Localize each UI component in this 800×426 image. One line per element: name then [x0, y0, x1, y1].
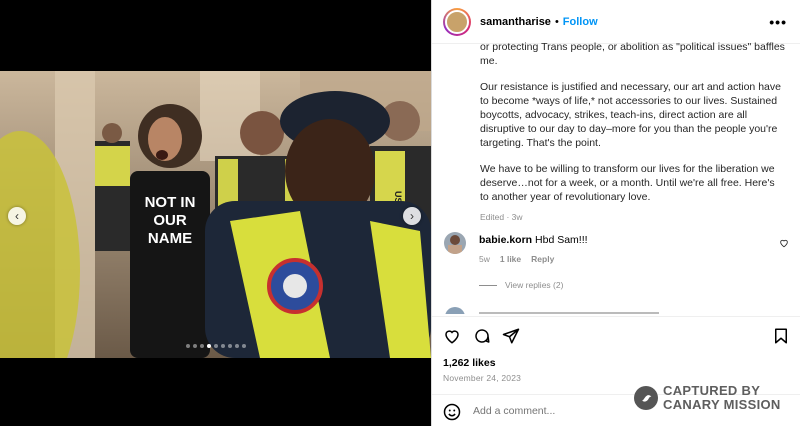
caption-paragraph: We have to be willing to transform our l… — [480, 163, 775, 203]
watermark: CAPTURED BY CANARY MISSION — [634, 384, 781, 412]
shirt-text-line1: NOT IN — [145, 194, 196, 211]
carousel-dot — [227, 344, 232, 348]
comment-meta: 5w 1 like Reply — [479, 254, 554, 264]
post-media: NOT IN OUR NAME USCP ‹ › — [0, 0, 431, 426]
avatar[interactable] — [443, 7, 471, 36]
separator-dot: • — [554, 15, 559, 28]
caption-paragraph: or protecting Trans people, or abolition… — [480, 41, 785, 67]
chevron-left-icon: ‹ — [15, 209, 19, 223]
comment-icon[interactable] — [473, 327, 491, 345]
post-actions-bar — [432, 316, 800, 356]
caption-paragraph: Our resistance is justified and necessar… — [480, 81, 781, 149]
shirt-text-line3: NAME — [148, 230, 192, 247]
post-photo: NOT IN OUR NAME USCP — [0, 71, 431, 358]
carousel-prev-button[interactable]: ‹ — [8, 207, 26, 225]
watermark-line2: CANARY MISSION — [663, 397, 781, 412]
view-replies-label: View replies (2) — [505, 280, 564, 290]
more-options-icon[interactable]: ••• — [769, 14, 787, 30]
add-comment-input[interactable] — [473, 405, 623, 417]
post-date: November 24, 2023 — [443, 373, 522, 383]
caption-meta: Edited · 3w — [480, 212, 523, 222]
watermark-line1: CAPTURED BY — [663, 383, 761, 398]
heart-icon[interactable] — [443, 327, 461, 345]
carousel-dot — [192, 344, 197, 348]
reply-button[interactable]: Reply — [531, 254, 554, 264]
carousel-dot — [241, 344, 246, 348]
carousel-dot — [234, 344, 239, 348]
carousel-indicator — [0, 344, 431, 348]
comment-time: 5w — [479, 254, 490, 264]
carousel-dot — [213, 344, 218, 348]
protest-photo-illustration: NOT IN OUR NAME USCP — [0, 71, 431, 358]
comment-body: babie.korn Hbd Sam!!! — [479, 234, 588, 246]
post-header: samantharise • Follow ••• — [432, 0, 800, 44]
like-count[interactable]: 1,262 likes — [443, 357, 496, 369]
post-side-panel: samantharise • Follow ••• or protecting … — [431, 0, 800, 426]
comment-text: Hbd Sam!!! — [535, 234, 588, 246]
bookmark-icon[interactable] — [772, 327, 790, 345]
comment-username[interactable]: babie.korn — [479, 234, 532, 246]
post-username[interactable]: samantharise — [480, 16, 551, 28]
canary-logo-icon — [634, 386, 658, 410]
chevron-right-icon: › — [410, 209, 414, 223]
carousel-dot — [199, 344, 204, 348]
partial-comment-row — [444, 304, 789, 314]
shirt-text-line2: OUR — [153, 212, 187, 229]
comment-like-icon[interactable] — [779, 238, 789, 251]
view-replies-button[interactable]: View replies (2) — [479, 280, 563, 290]
carousel-next-button[interactable]: › — [403, 207, 421, 225]
carousel-dot — [220, 344, 225, 348]
post-caption: or protecting Trans people, or abolition… — [480, 40, 785, 224]
comment-avatar[interactable] — [444, 232, 466, 254]
comment-likes[interactable]: 1 like — [500, 254, 521, 264]
carousel-dot — [185, 344, 190, 348]
emoji-icon[interactable] — [443, 403, 461, 421]
share-icon[interactable] — [502, 327, 520, 345]
carousel-dot — [206, 344, 211, 348]
follow-button[interactable]: Follow — [563, 16, 598, 28]
